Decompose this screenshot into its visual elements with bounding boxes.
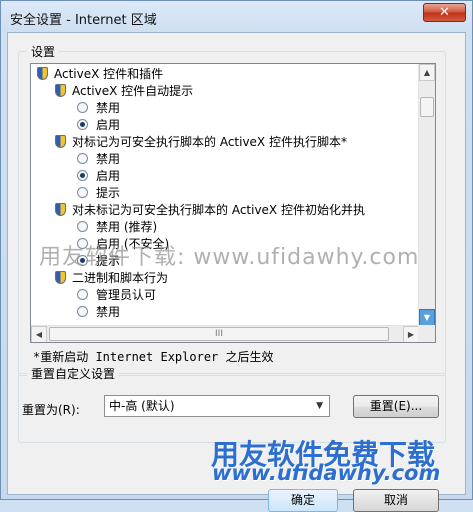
tree-row-label: ActiveX 控件和插件 (54, 67, 164, 81)
brand-url: www.ufidawhy.com (212, 461, 441, 485)
tree-setting: ActiveX 控件自动提示 (55, 83, 193, 100)
tree-option[interactable]: 管理员认可 (77, 287, 156, 304)
tree-setting: 对标记为可安全执行脚本的 ActiveX 控件执行脚本* (55, 134, 347, 151)
radio-button[interactable] (77, 221, 88, 232)
tree-row-label: 禁用 (96, 101, 121, 115)
tree-row-label: 对未标记为可安全执行脚本的 ActiveX 控件初始化并执 (72, 203, 365, 217)
settings-tree-content: ActiveX 控件和插件 ActiveX 控件自动提示 禁用 启用 对标记为可安全执行… (31, 64, 416, 326)
chevron-down-icon: ▼ (316, 401, 323, 411)
ok-button[interactable]: 确定 (268, 489, 338, 512)
title-bar: 安全设置 - Internet 区域 ✕ (1, 1, 472, 33)
reset-button[interactable]: 重置(E)... (353, 395, 439, 418)
security-shield-icon (37, 67, 48, 80)
scroll-down-button[interactable]: ▼ (419, 309, 435, 326)
reset-level-value: 中-高 (默认) (109, 399, 175, 413)
settings-group-legend: 设置 (27, 43, 60, 60)
radio-button[interactable] (77, 170, 88, 181)
reset-to-label: 重置为(R): (22, 403, 80, 417)
scroll-up-button[interactable]: ▲ (419, 64, 435, 81)
security-shield-icon (55, 135, 66, 148)
tree-setting: 二进制和脚本行为 (55, 270, 168, 287)
tree-option[interactable]: 启用 (77, 117, 120, 134)
tree-option[interactable]: 禁用 (77, 304, 120, 321)
security-settings-dialog: 安全设置 - Internet 区域 ✕ 设置 ActiveX 控件和插件 Act… (0, 0, 473, 512)
tree-row-label: 启用 (96, 169, 121, 183)
security-shield-icon (55, 271, 66, 284)
reset-group-legend: 重置自定义设置 (27, 365, 120, 382)
cancel-button[interactable]: 取消 (353, 489, 439, 512)
reset-level-select[interactable]: 中-高 (默认) ▼ (104, 395, 330, 417)
tree-option[interactable]: 提示 (77, 185, 120, 202)
tree-row-label: 禁用 (推荐) (96, 220, 158, 234)
scroll-right-button[interactable]: ▶ (403, 326, 419, 342)
tree-option[interactable]: 启用 (77, 168, 120, 185)
horizontal-scrollbar[interactable]: ◀ III ▶ (31, 325, 420, 342)
tree-row-label: 管理员认可 (96, 288, 157, 302)
radio-button[interactable] (77, 102, 88, 113)
security-shield-icon (55, 203, 66, 216)
horizontal-scroll-thumb[interactable]: III (49, 327, 389, 341)
scrollbar-corner (418, 325, 435, 342)
tree-option[interactable]: 禁用 (77, 151, 120, 168)
radio-button[interactable] (77, 187, 88, 198)
radio-button[interactable] (77, 289, 88, 300)
window-title: 安全设置 - Internet 区域 (10, 13, 157, 28)
tree-row-label: ActiveX 控件自动提示 (72, 84, 194, 98)
scroll-thumb[interactable] (420, 97, 434, 117)
restart-note: *重新启动 Internet Explorer 之后生效 (33, 350, 274, 364)
radio-button[interactable] (77, 153, 88, 164)
security-shield-icon (55, 84, 66, 97)
tree-category: ActiveX 控件和插件 (37, 66, 163, 83)
settings-tree[interactable]: ActiveX 控件和插件 ActiveX 控件自动提示 禁用 启用 对标记为可安全执行… (30, 63, 436, 343)
tree-row-label: 对标记为可安全执行脚本的 ActiveX 控件执行脚本* (72, 135, 347, 149)
scroll-left-button[interactable]: ◀ (31, 326, 47, 342)
watermark-text: 用友软件下载: www.ufidawhy.com (39, 245, 420, 270)
tree-row-label: 二进制和脚本行为 (72, 271, 169, 285)
tree-option[interactable]: 禁用 (推荐) (77, 219, 157, 236)
vertical-scrollbar[interactable]: ▲ ▼ (418, 64, 435, 326)
radio-button[interactable] (77, 119, 88, 130)
tree-row-label: 禁用 (96, 152, 121, 166)
tree-row-label: 启用 (96, 118, 121, 132)
tree-option[interactable]: 禁用 (77, 100, 120, 117)
tree-row-label: 禁用 (96, 305, 121, 319)
tree-row-label: 提示 (96, 186, 121, 200)
radio-button[interactable] (77, 306, 88, 317)
close-button[interactable]: ✕ (423, 3, 466, 22)
tree-setting: 对未标记为可安全执行脚本的 ActiveX 控件初始化并执 (55, 202, 365, 219)
